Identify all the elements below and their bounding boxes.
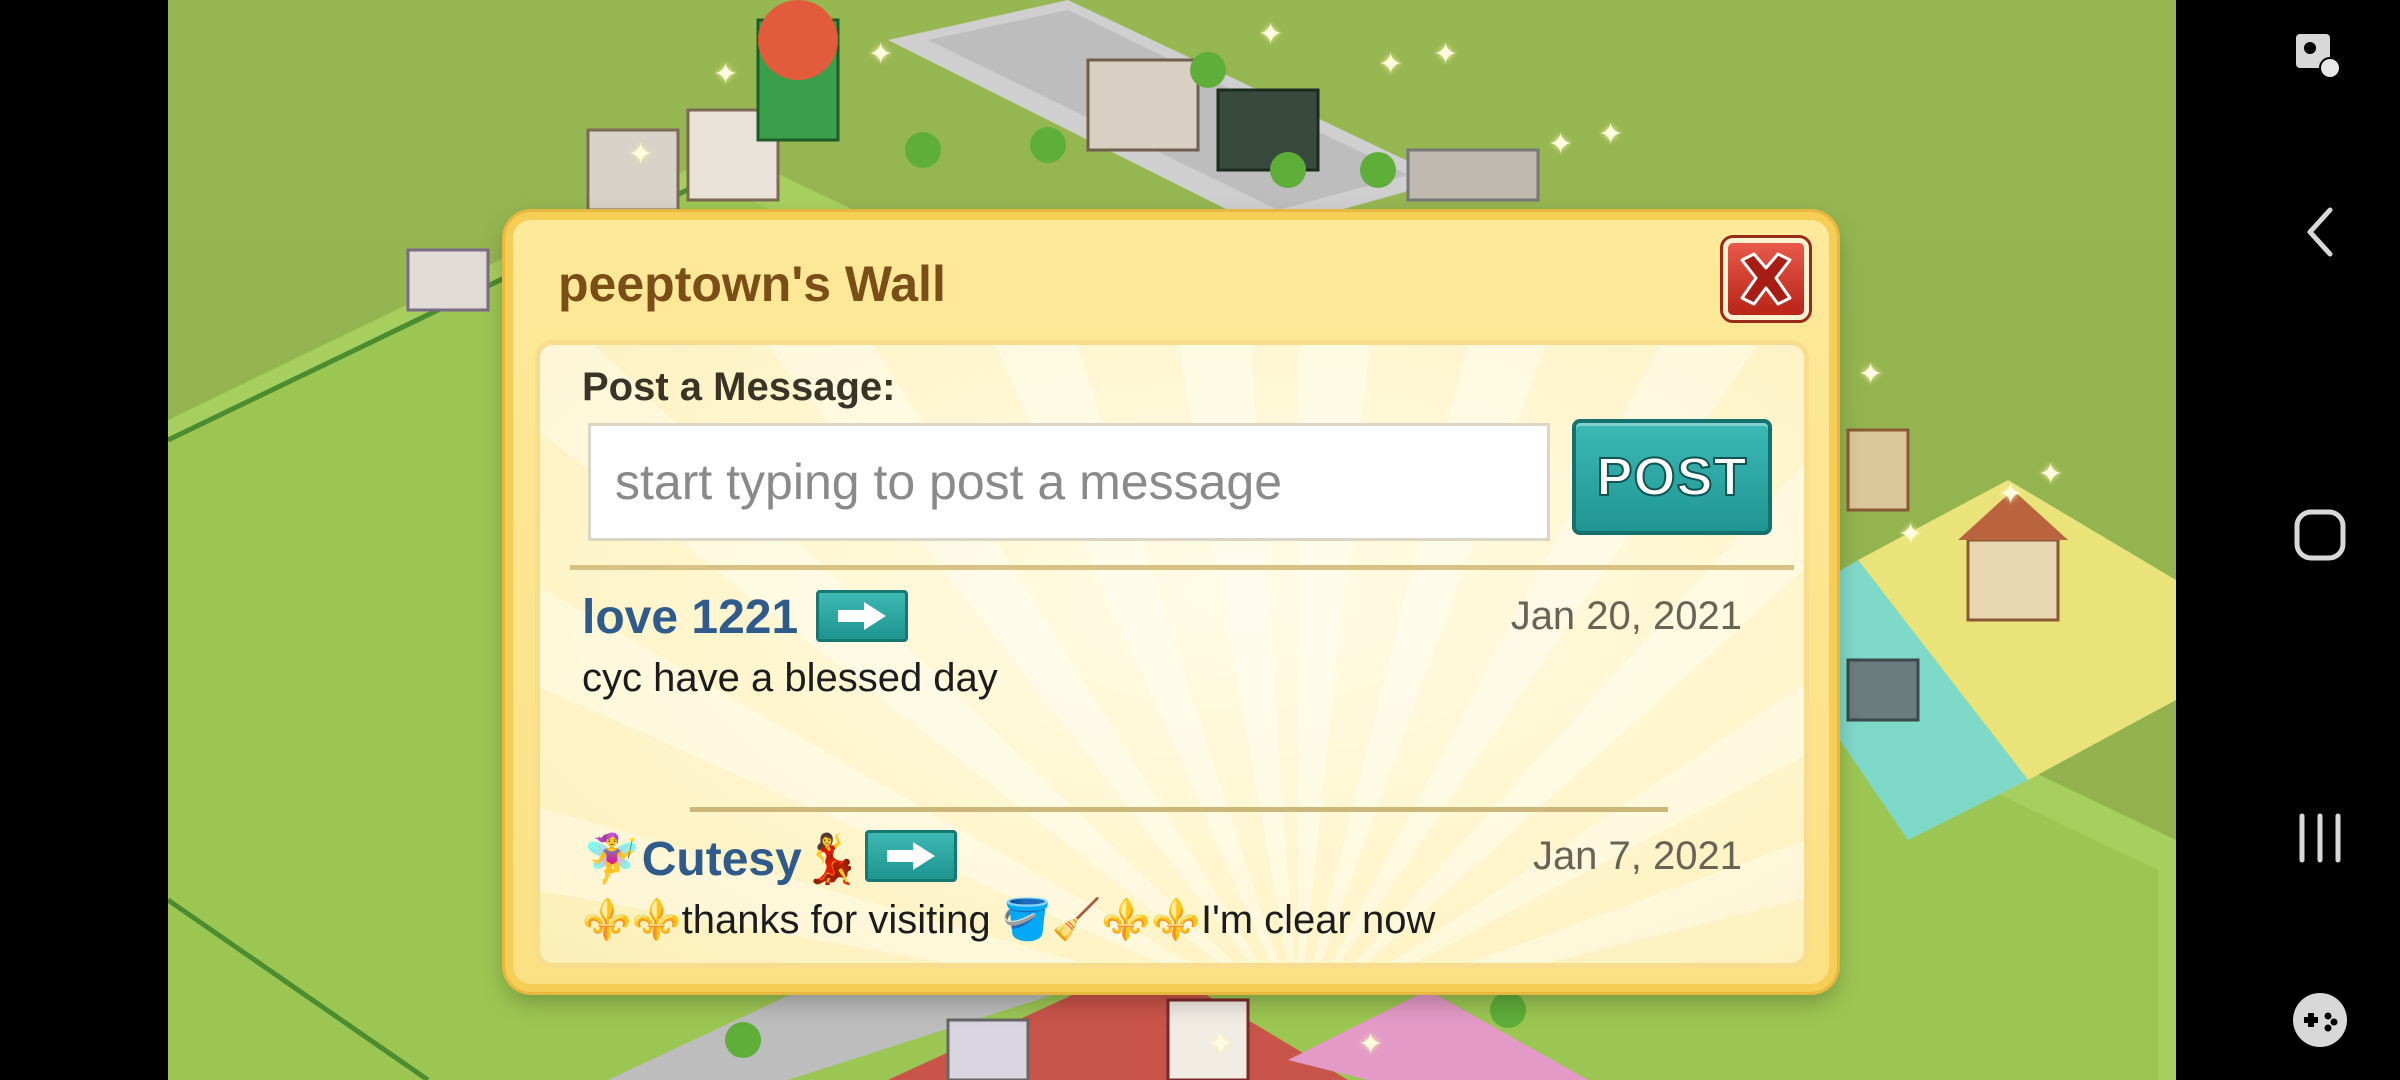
home-icon[interactable] xyxy=(2290,505,2350,565)
post-date: Jan 7, 2021 xyxy=(1532,834,1742,878)
post-message-label: Post a Message: xyxy=(582,365,896,409)
dialog-title: peeptown's Wall xyxy=(558,256,946,312)
post-message-text: cyc have a blessed day xyxy=(582,656,998,700)
visit-town-button[interactable] xyxy=(816,590,908,642)
wall-panel: Post a Message: POST love 1221 Jan 20, 2… xyxy=(535,340,1809,968)
sparkle-icon: ✦ xyxy=(1548,128,1574,161)
visit-town-button[interactable] xyxy=(865,830,957,882)
back-icon[interactable] xyxy=(2290,202,2350,262)
sparkle-icon: ✦ xyxy=(1998,478,2024,511)
post-author-link[interactable]: 🧚‍♀️Cutesy💃 xyxy=(582,830,862,887)
sparkle-icon: ✦ xyxy=(2038,458,2064,491)
divider xyxy=(690,807,1668,812)
sparkle-icon: ✦ xyxy=(1433,38,1459,71)
sparkle-icon: ✦ xyxy=(1378,48,1404,81)
sparkle-icon: ✦ xyxy=(713,58,739,91)
screenshot-touch-icon[interactable] xyxy=(2290,26,2350,86)
close-button[interactable] xyxy=(1720,235,1812,323)
sparkle-icon: ✦ xyxy=(1858,358,1884,391)
close-icon xyxy=(1740,252,1792,306)
sparkle-icon: ✦ xyxy=(868,38,894,71)
message-input[interactable] xyxy=(588,423,1550,541)
post-author-link[interactable]: love 1221 xyxy=(582,590,798,645)
recents-icon[interactable] xyxy=(2290,808,2350,868)
arrow-right-icon xyxy=(887,842,935,870)
sparkle-icon: ✦ xyxy=(628,138,654,171)
wall-dialog: peeptown's Wall Post a Message: POST lov… xyxy=(505,212,1837,992)
arrow-right-icon xyxy=(838,602,886,630)
sparkle-icon: ✦ xyxy=(1258,18,1284,51)
divider xyxy=(570,565,1794,570)
sparkle-icon: ✦ xyxy=(1598,118,1624,151)
post-message-text: ⚜️⚜️thanks for visiting 🪣🧹⚜️⚜️I'm clear … xyxy=(582,898,1436,942)
post-date: Jan 20, 2021 xyxy=(1510,594,1742,638)
game-tools-icon[interactable] xyxy=(2290,990,2350,1050)
sparkle-icon: ✦ xyxy=(1898,518,1924,551)
system-nav-bar xyxy=(2176,0,2400,1080)
sparkle-icon: ✦ xyxy=(1208,1028,1234,1061)
post-button[interactable]: POST xyxy=(1572,419,1772,535)
sparkle-icon: ✦ xyxy=(1358,1028,1384,1061)
